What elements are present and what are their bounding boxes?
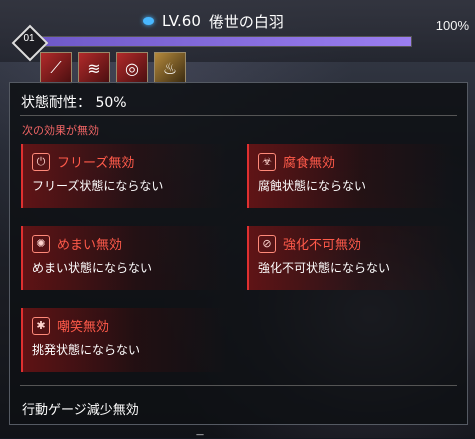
effect-name: 強化不可無効	[283, 238, 362, 253]
gauge-immunity-text: 行動ゲージ減少無効	[22, 403, 139, 418]
hp-bar-fill	[29, 37, 411, 46]
effect-card-dizzy: ✺ めまい無効 めまい状態にならない	[21, 226, 228, 290]
page-indicator: —	[196, 430, 204, 439]
effect-description: フリーズ状態にならない	[32, 179, 164, 193]
boss-level-title: LV.60 倦世の白羽	[143, 10, 284, 32]
biohazard-icon: ☣	[258, 152, 276, 171]
effect-name: 腐食無効	[283, 156, 336, 171]
effect-name: 嘲笑無効	[57, 320, 110, 335]
buff-icon-row: ⟋ ≋ ◎ ♨	[40, 52, 186, 84]
effect-card-freeze: ⏻ フリーズ無効 フリーズ状態にならない	[21, 144, 228, 208]
effect-card-corrosion: ☣ 腐食無効 腐蝕状態にならない	[247, 144, 454, 208]
boss-status-bar: LV.60 倦世の白羽 100% 01 ⟋ ≋ ◎ ♨	[0, 0, 475, 84]
red-claws-icon[interactable]: ≋	[78, 52, 110, 84]
boss-level: LV.60	[162, 12, 201, 30]
hp-bar	[28, 36, 412, 47]
hp-percent: 100%	[435, 18, 469, 33]
effect-card-unbuffable: ⊘ 強化不可無効 強化不可状態にならない	[247, 226, 454, 290]
element-orb-icon	[143, 17, 154, 25]
red-slash-icon[interactable]: ⟋	[40, 52, 72, 84]
resistance-title: 状態耐性： 50%	[21, 95, 127, 111]
effect-description: 挑発状態にならない	[32, 343, 141, 357]
gold-flame-icon[interactable]: ♨	[154, 52, 186, 84]
effect-name: めまい無効	[57, 238, 123, 253]
taunt-icon: ✱	[32, 316, 50, 335]
dizzy-icon: ✺	[32, 234, 50, 253]
boss-name: 倦世の白羽	[208, 12, 284, 31]
red-spiral-icon[interactable]: ◎	[116, 52, 148, 84]
divider	[20, 385, 457, 386]
power-icon: ⏻	[32, 152, 50, 171]
effect-description: めまい状態にならない	[32, 261, 153, 275]
effect-name: フリーズ無効	[57, 156, 135, 171]
effect-description: 強化不可状態にならない	[258, 261, 391, 275]
effect-card-taunt: ✱ 嘲笑無効 挑発状態にならない	[21, 308, 228, 372]
status-resistance-panel: 状態耐性： 50% 次の効果が無効 ⏻ フリーズ無効 フリーズ状態にならない ☣…	[9, 82, 468, 425]
immune-section-label: 次の効果が無効	[22, 124, 99, 137]
turn-gauge-number: 01	[23, 33, 35, 44]
divider	[20, 115, 457, 116]
effect-description: 腐蝕状態にならない	[258, 179, 367, 193]
no-buff-icon: ⊘	[258, 234, 276, 253]
